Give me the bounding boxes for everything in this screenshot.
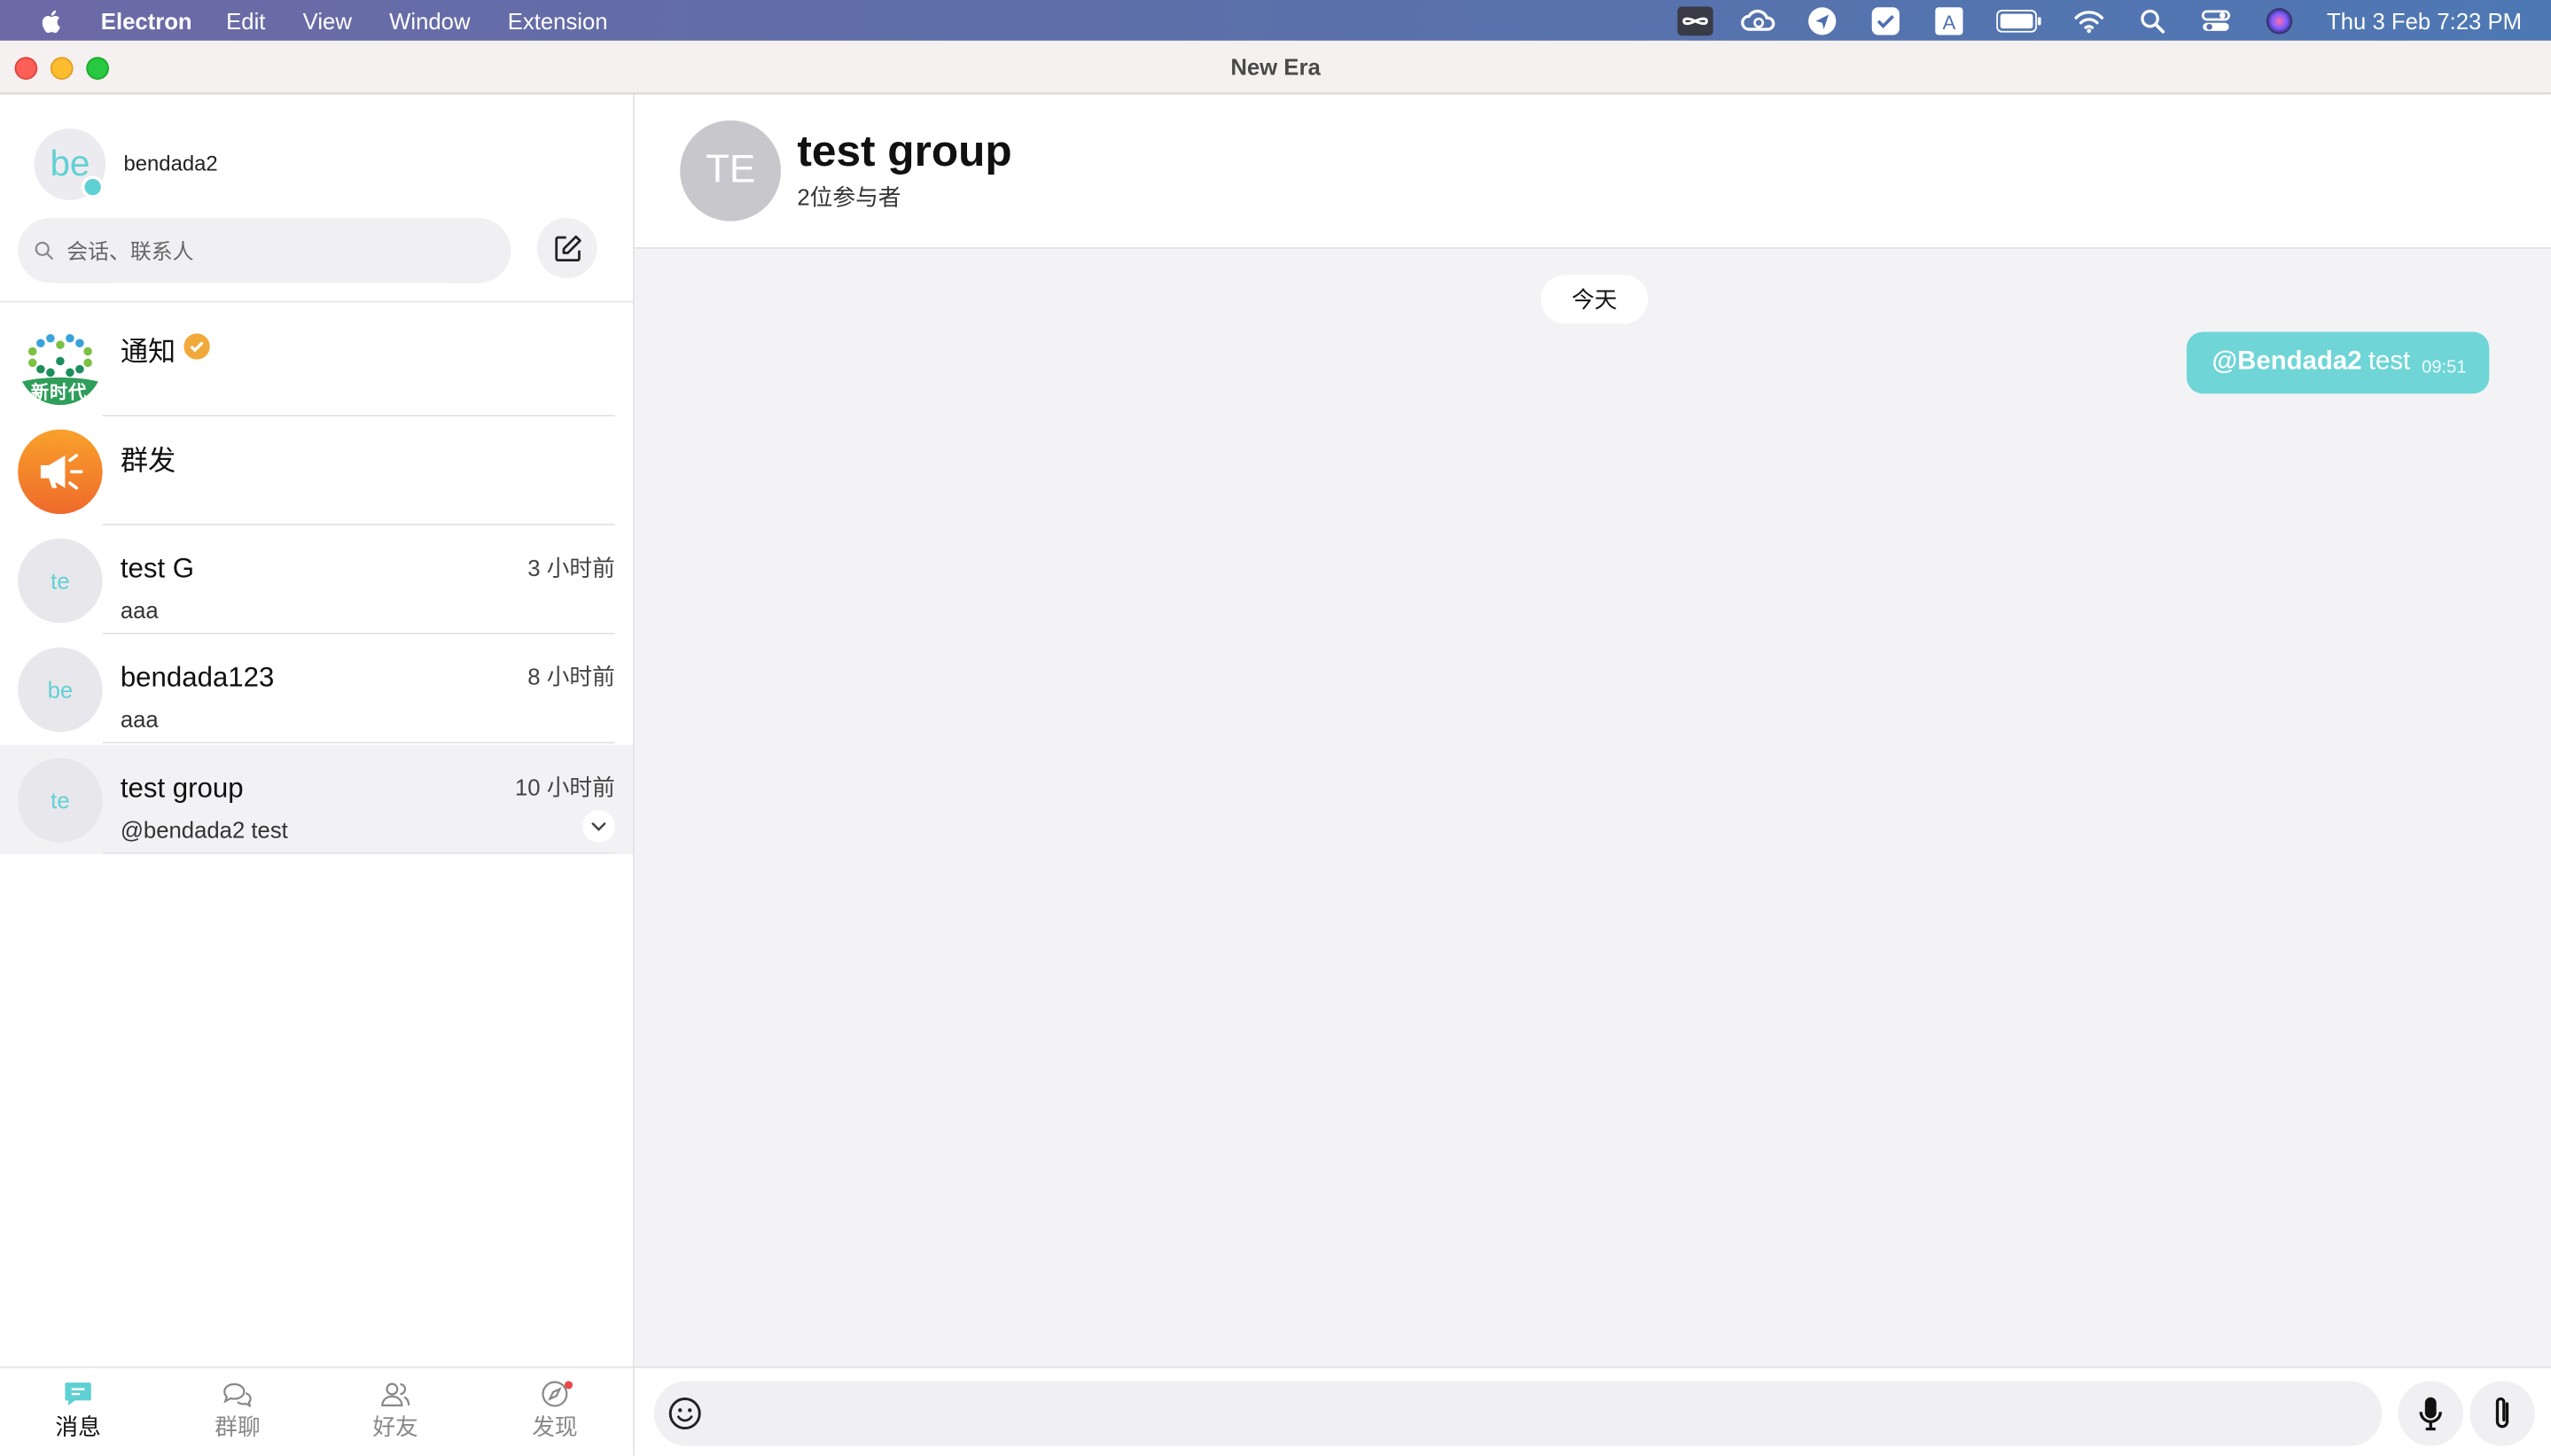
menu-bar-clock[interactable]: Thu 3 Feb 7:23 PM [2327,7,2522,33]
conversation-name: test group [120,772,244,804]
attach-file-button[interactable] [2469,1381,2535,1446]
participant-count: 2位参与者 [797,183,901,210]
message-composer [634,1366,2551,1456]
window-title-bar: New Era [0,40,2551,95]
menu-view[interactable]: View [303,7,352,33]
menu-window[interactable]: Window [389,7,470,33]
menu-bar-status-area: A Thu 3 Feb 7:23 PM [1650,0,2522,41]
infinity-icon[interactable] [1677,5,1714,35]
new-era-logo-caption: 新时代 [30,384,88,404]
contact-avatar: te [18,758,103,843]
megaphone-icon [40,454,83,490]
conversation-time: 10 小时前 [514,774,615,801]
message-time: 09:51 [2422,356,2467,377]
conversation-item-broadcast[interactable]: 群发 [0,417,633,526]
creative-cloud-icon[interactable] [1741,5,1776,35]
conversation-item-bendada123[interactable]: be bendada123 8 小时前 aaa [0,635,633,744]
contact-avatar: be [18,647,103,732]
conversation-name: 通知 [120,336,176,368]
search-input[interactable] [63,237,494,265]
menu-edit[interactable]: Edit [226,7,265,33]
input-source-icon[interactable]: A [1931,5,1967,35]
conversation-time: 8 小时前 [527,663,615,690]
conversation-preview: @bendada2 test [120,816,288,843]
tab-label: 消息 [55,1413,101,1440]
svg-text:A: A [1943,11,1956,33]
messages-icon [65,1382,91,1405]
search-icon [35,241,53,260]
battery-icon[interactable] [1995,5,2044,35]
friends-icon [381,1382,410,1406]
contact-avatar: te [18,538,103,623]
my-username: bendada2 [123,151,218,176]
conversation-sidebar: be bendada2 新时代 通知 [0,94,635,1456]
conversation-name: bendada123 [120,662,275,693]
control-center-icon[interactable] [2198,5,2234,35]
new-era-logo-avatar: 新时代 [18,320,103,406]
microphone-icon [2419,1397,2442,1431]
menu-extension[interactable]: Extension [508,7,608,33]
compose-icon [554,234,581,261]
tab-messages[interactable]: 消息 [29,1378,127,1443]
chat-header: TE test group 2位参与者 [634,94,2551,249]
conversation-item-notifications[interactable]: 新时代 通知 [0,308,633,417]
location-icon[interactable] [1805,5,1840,35]
tab-friends[interactable]: 好友 [347,1378,444,1443]
tab-group-chats[interactable]: 群聊 [189,1378,286,1443]
voice-message-button[interactable] [2398,1381,2463,1446]
message-input[interactable] [715,1398,2350,1429]
online-status-dot [81,175,105,199]
chat-pane: TE test group 2位参与者 今天 @Bendada2 test 09… [634,94,2551,1456]
checkmark-app-icon[interactable] [1868,5,1903,35]
row-divider [102,852,615,854]
date-separator: 今天 [1541,275,1649,324]
notification-dot [564,1381,573,1390]
spotlight-search-icon[interactable] [2134,5,2170,35]
message-mention[interactable]: @Bendada2 [2212,348,2362,378]
macos-menu-bar: Electron Edit View Window Extension A Th… [0,0,2551,41]
conversation-name: 群发 [120,445,176,477]
menu-app-name[interactable]: Electron [101,7,192,33]
tab-label: 发现 [532,1413,578,1440]
tab-label: 好友 [372,1413,418,1440]
conversation-item-test-group[interactable]: te test group 10 小时前 @bendada2 test [0,744,634,854]
chevron-down-icon [591,821,606,831]
conversation-preview: aaa [120,705,159,732]
conversation-options-button[interactable] [582,810,615,843]
message-input-box[interactable] [653,1381,2383,1446]
search-box[interactable] [18,217,511,284]
group-avatar[interactable]: TE [680,120,782,222]
row-divider [102,741,615,744]
tab-discover[interactable]: 发现 [506,1378,604,1443]
window-title: New Era [1230,53,1321,80]
bottom-tab-bar: 消息 群聊 好友 发现 [0,1366,634,1456]
new-conversation-button[interactable] [536,217,597,278]
apple-logo-icon[interactable] [39,7,65,33]
chat-title[interactable]: test group [797,127,1011,177]
sidebar-divider [0,300,634,303]
outgoing-message-bubble[interactable]: @Bendada2 test 09:51 [2186,331,2490,394]
siri-icon[interactable] [2262,5,2297,35]
conversation-time: 3 小时前 [527,554,615,581]
verified-badge-icon [183,333,210,360]
paperclip-icon [2495,1397,2509,1429]
conversation-name: test G [120,553,195,584]
group-chat-icon [223,1382,252,1407]
my-avatar[interactable]: be [34,128,106,200]
wifi-icon[interactable] [2071,5,2107,35]
broadcast-avatar [18,429,103,515]
conversation-item-test-g[interactable]: te test G 3 小时前 aaa [0,526,633,635]
tab-label: 群聊 [215,1413,261,1440]
conversation-preview: aaa [120,596,159,623]
emoji-icon[interactable] [667,1396,703,1431]
message-text: test [2368,347,2411,377]
